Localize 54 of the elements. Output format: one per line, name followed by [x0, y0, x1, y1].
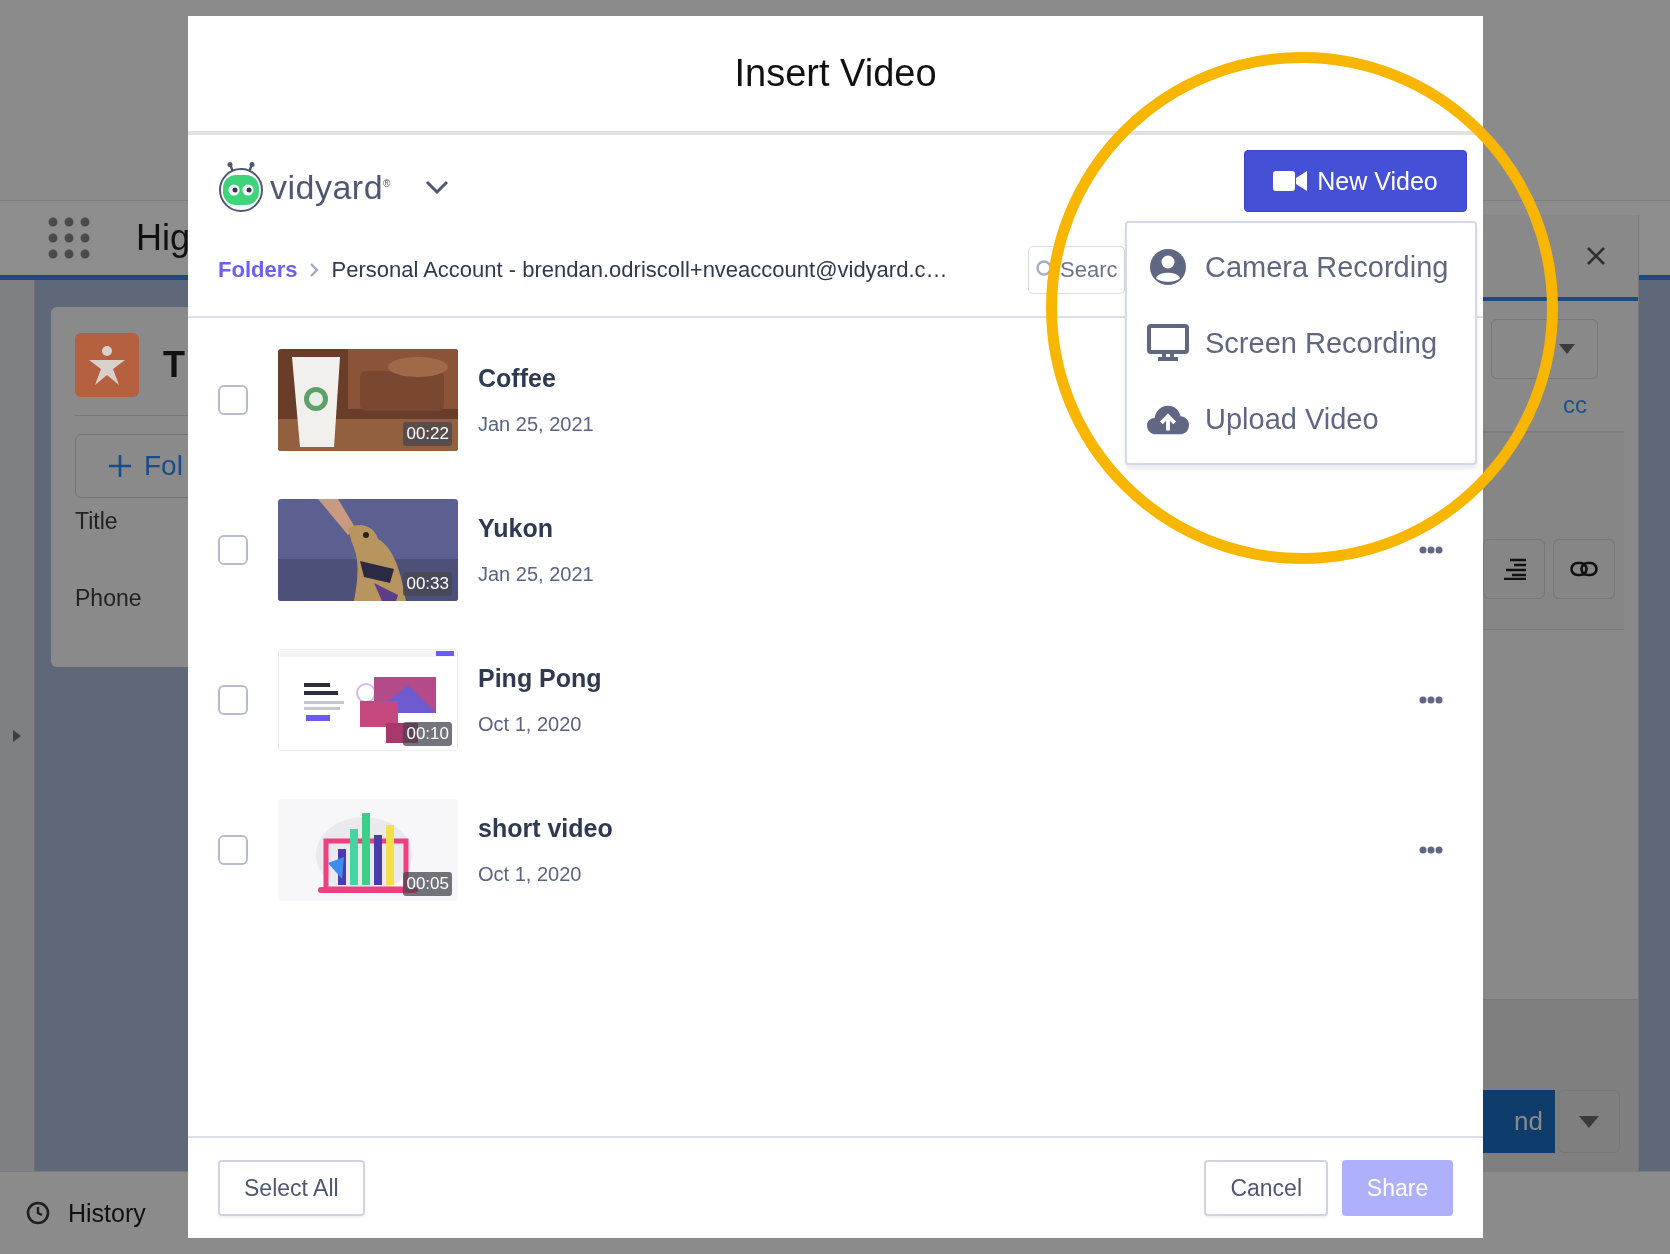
person-circle-icon [1147, 248, 1189, 286]
menu-item[interactable]: Upload Video [1127, 381, 1475, 457]
expand-arrow-icon[interactable] [13, 729, 21, 742]
video-date: Jan 25, 2021 [478, 563, 594, 586]
link-icon [1570, 561, 1598, 577]
menu-item[interactable]: Screen Recording [1127, 305, 1475, 381]
link-button[interactable] [1553, 539, 1615, 599]
checkbox[interactable] [218, 685, 248, 715]
checkbox[interactable] [218, 385, 248, 415]
select-field[interactable] [1491, 319, 1598, 379]
more-options-icon[interactable] [1419, 546, 1443, 554]
send-options-button[interactable] [1558, 1090, 1620, 1153]
video-title[interactable]: Yukon [478, 514, 553, 543]
video-title[interactable]: short video [478, 814, 613, 843]
dialog-title: Insert Video [734, 52, 937, 95]
caret-icon [1559, 344, 1575, 354]
app-title: Hig [136, 217, 191, 259]
select-all-button[interactable]: Select All [218, 1160, 365, 1216]
video-date: Jan 25, 2021 [478, 413, 594, 436]
logo-text: vidyard$^{®}$ [270, 167, 391, 207]
robot-logo-icon [218, 162, 264, 212]
plus-icon [108, 454, 132, 478]
duration-badge: 00:22 [403, 422, 452, 446]
breadcrumb-current: Personal Account - brendan.odriscoll+nveaccount@vidyard.c… [331, 257, 948, 283]
chevron-down-icon[interactable] [425, 180, 449, 194]
close-icon[interactable] [1586, 246, 1606, 266]
more-options-icon[interactable] [1419, 846, 1443, 854]
folders-link[interactable]: Folders [218, 257, 298, 283]
video-date: Oct 1, 2020 [478, 713, 582, 736]
monitor-icon [1147, 324, 1189, 362]
new-video-button[interactable]: New Video [1244, 150, 1467, 212]
menu-item[interactable]: Camera Recording [1127, 229, 1475, 305]
checkbox[interactable] [218, 535, 248, 565]
cancel-button[interactable]: Cancel [1204, 1160, 1328, 1216]
video-title[interactable]: Coffee [478, 364, 556, 393]
more-options-icon[interactable] [1419, 696, 1443, 704]
duration-badge: 00:33 [403, 572, 452, 596]
duration-badge: 00:10 [403, 722, 452, 746]
video-date: Oct 1, 2020 [478, 863, 582, 886]
history-tab[interactable]: History [68, 1198, 146, 1228]
video-camera-icon [1273, 170, 1308, 192]
cloud-upload-icon [1147, 403, 1189, 435]
field-label: Phone [75, 585, 143, 612]
duration-badge: 00:05 [403, 872, 452, 896]
field-label: Title [75, 508, 119, 535]
caret-icon [1579, 1115, 1599, 1128]
checkbox[interactable] [218, 835, 248, 865]
chevron-right-icon [309, 262, 320, 278]
send-button[interactable]: nd [1483, 1090, 1555, 1153]
video-title[interactable]: Ping Pong [478, 664, 602, 693]
app-launcher-icon[interactable] [48, 217, 90, 259]
align-right-icon [1502, 558, 1526, 580]
clock-icon [26, 1201, 50, 1225]
record-title: T [163, 344, 185, 386]
